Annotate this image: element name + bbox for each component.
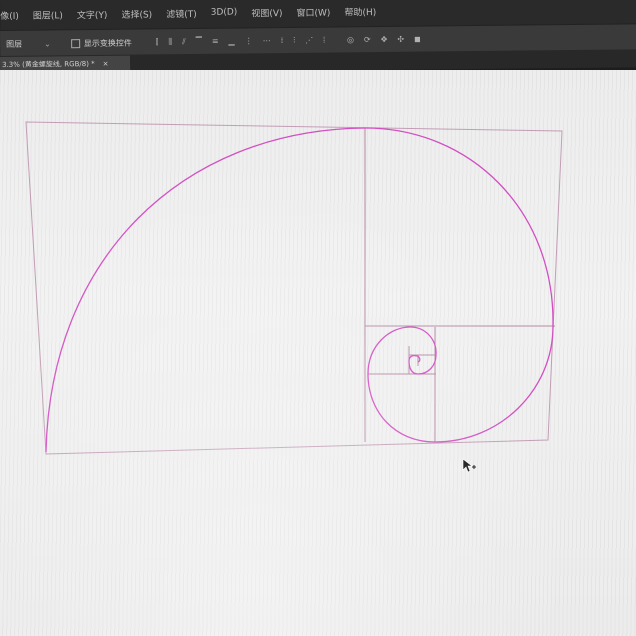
menu-type[interactable]: 文字(Y): [77, 7, 108, 20]
cursor-arrow-icon: [462, 458, 476, 473]
align-right-icon[interactable]: ⫽: [182, 37, 186, 47]
canvas-area[interactable]: [0, 70, 636, 636]
distribute-icon[interactable]: ⋮: [245, 36, 253, 46]
menu-view[interactable]: 视图(V): [251, 6, 282, 19]
spiral-arc-5: [367, 326, 411, 375]
3d-slide-icon[interactable]: ✣: [397, 35, 404, 45]
distribute-h-icon[interactable]: ⋯: [263, 36, 271, 46]
show-transform-label: 显示变换控件: [83, 38, 132, 48]
3d-pan-icon[interactable]: ✥: [381, 35, 388, 45]
3d-rotate-icon[interactable]: ⟳: [364, 35, 371, 45]
menu-image[interactable]: 像(I): [0, 8, 19, 21]
menu-layer[interactable]: 图层(L): [33, 8, 63, 21]
outer-guide-rect: [25, 121, 563, 455]
align-center-icon[interactable]: ⫼: [168, 37, 172, 47]
align-tools: ⫿ ⫼ ⫽ ▔ ≡ ▁ ⋮ ⋯ ⁞ ⫶ ⋰ ⦙ ◎ ⟳ ✥ ✣ ◼: [146, 35, 421, 48]
spiral-arc-1: [45, 127, 366, 453]
golden-spiral-canvas: [25, 121, 563, 473]
document-tab-title: 3.3% (黄金螺旋线, RGB/8) *: [2, 60, 95, 69]
align-middle-icon[interactable]: ≡: [212, 37, 219, 47]
show-transform-checkbox[interactable]: [70, 38, 80, 48]
align-bottom-icon[interactable]: ▁: [228, 37, 234, 47]
auto-select-dropdown[interactable]: 图层: [2, 38, 26, 49]
distribute-v-icon[interactable]: ⁞: [281, 36, 284, 46]
align-extra-icon[interactable]: ⫶: [293, 36, 295, 46]
menu-filter[interactable]: 滤镜(T): [166, 6, 197, 19]
menu-3d[interactable]: 3D(D): [211, 8, 238, 18]
auto-align-icon[interactable]: ⦙: [323, 36, 325, 46]
spiral-arc-2: [364, 127, 554, 327]
align-left-icon[interactable]: ⫿: [156, 37, 159, 47]
spiral-arc-8: [408, 360, 419, 375]
spiral-arc-3: [434, 325, 554, 443]
3d-camera-icon[interactable]: ◼: [414, 35, 421, 45]
align-extra2-icon[interactable]: ⋰: [305, 36, 313, 46]
spiral-arc-7: [417, 354, 437, 375]
spiral-arc-4: [367, 373, 436, 443]
close-icon[interactable]: ×: [103, 60, 109, 68]
3d-mode-icon[interactable]: ◎: [347, 35, 354, 45]
menu-help[interactable]: 帮助(H): [344, 5, 376, 18]
menu-select[interactable]: 选择(S): [121, 7, 152, 20]
spiral-arc-6: [409, 326, 437, 356]
spiral-arc-9: [408, 355, 418, 362]
align-top-icon[interactable]: ▔: [196, 37, 202, 47]
menu-window[interactable]: 窗口(W): [296, 5, 330, 18]
chevron-down-icon[interactable]: ⌄: [44, 39, 51, 48]
